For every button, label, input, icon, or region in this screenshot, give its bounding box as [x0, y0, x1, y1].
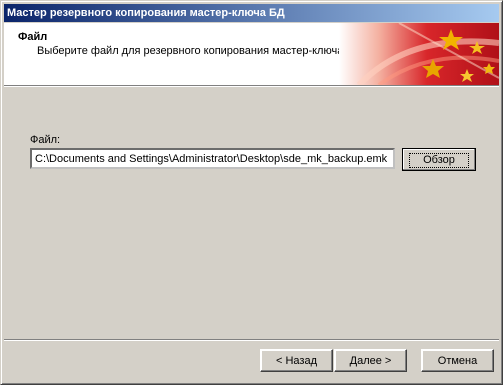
file-label: Файл: — [30, 134, 61, 146]
title-bar[interactable]: Мастер резервного копирования мастер-клю… — [4, 4, 499, 22]
browse-button[interactable]: Обзор — [402, 148, 476, 171]
file-path-input[interactable] — [30, 148, 395, 169]
stars-banner-icon — [339, 23, 499, 85]
next-button[interactable]: Далее > — [334, 349, 407, 372]
back-button[interactable]: < Назад — [260, 349, 333, 372]
page-subtitle: Выберите файл для резервного копирования… — [37, 45, 362, 57]
wizard-window: Мастер резервного копирования мастер-клю… — [0, 0, 503, 385]
wizard-header: Файл Выберите файл для резервного копиро… — [4, 23, 499, 85]
page-title: Файл — [18, 31, 48, 43]
cancel-button[interactable]: Отмена — [421, 349, 494, 372]
window-title: Мастер резервного копирования мастер-клю… — [7, 7, 285, 19]
browse-button-label: Обзор — [409, 152, 469, 168]
footer-separator — [4, 339, 499, 341]
header-separator — [4, 85, 499, 87]
